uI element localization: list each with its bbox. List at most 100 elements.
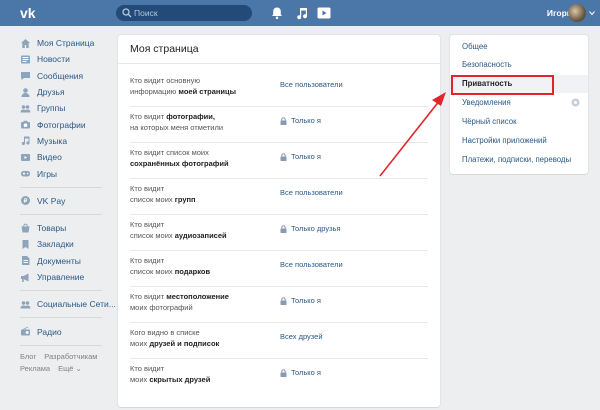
bell-icon[interactable] [270,6,284,20]
settings-row: Кто видит фотографии, на которых меня отм… [118,107,440,143]
privacy-value-link[interactable]: Только друзья [280,224,341,233]
page-title: Моя страница [130,43,199,55]
sidebar-item-radio[interactable]: Радио [20,323,110,339]
row-question: Кто видит моих скрытых друзей [130,364,211,384]
sidebar-item-label: Радио [37,326,62,337]
sidebar-item-video[interactable]: Видео [20,149,110,165]
sidebar-item-vkpay[interactable]: ₽ VK Pay [20,193,110,209]
sidebar-item-label: VK Pay [37,195,66,206]
settings-menu-notifications[interactable]: Уведомления [450,94,588,112]
settings-menu-app-settings[interactable]: Настройки приложений [450,132,588,150]
vk-logo-icon[interactable]: vk [20,6,42,20]
sidebar-item-news[interactable]: Новости [20,51,110,67]
settings-menu-blacklist[interactable]: Чёрный список [450,113,588,131]
sidebar-item-music[interactable]: Музыка [20,133,110,149]
settings-row: Кто видит моих скрытых друзей Только я [118,359,440,395]
sidebar-item-label: Музыка [37,135,68,146]
sidebar-item-groups[interactable]: Группы [20,100,110,116]
sidebar-item-label: Сообщения [37,70,84,81]
privacy-value-link[interactable]: Только я [280,152,321,161]
sidebar-item-label: Игры [37,168,58,179]
sidebar-item-social-networks[interactable]: Социальные Сети... [20,296,116,312]
message-icon [21,72,30,81]
divider [118,63,440,64]
group-icon [20,105,31,113]
row-question: Кого видно в списке моих друзей и подписо… [130,328,220,348]
row-question: Кто видит основную информацию моей страни… [130,76,237,96]
sidebar-item-my-page[interactable]: Моя Страница [20,35,110,51]
footer-link-blog[interactable]: Блог [20,352,36,361]
sidebar-item-photos[interactable]: Фотографии [20,116,110,132]
music-icon [21,136,30,146]
settings-menu: Общее Безопасность Приватность Уведомлен… [450,35,588,174]
top-header: vk Игорь [0,0,600,26]
sidebar-item-label: Новости [37,54,70,65]
privacy-value-link[interactable]: Все пользователи [280,260,343,269]
camera-icon [21,120,30,129]
row-question: Кто видит список моих аудиозаписей [130,220,227,240]
privacy-value-link[interactable]: Все пользователи [280,188,343,197]
privacy-value-link[interactable]: Всех друзей [280,332,323,341]
sidebar-divider [20,317,102,319]
settings-row: Кто видит список моих групп Все пользоват… [118,179,440,215]
sidebar-item-label: Фотографии [37,119,86,130]
video-icon [21,153,30,161]
shopping-icon [21,223,30,233]
search-box[interactable] [116,5,252,21]
sidebar-divider [20,186,102,188]
megaphone-icon [21,273,29,282]
row-question: Кто видит фотографии, на которых меня отм… [130,112,224,132]
settings-gear-icon [571,98,580,107]
sidebar-item-friends[interactable]: Друзья [20,84,110,100]
row-question: Кто видит местоположение моих фотографий [130,292,229,312]
lock-icon [280,152,287,161]
sidebar-item-management[interactable]: Управление [20,269,110,285]
sidebar-divider [20,290,102,292]
avatar[interactable] [568,4,586,22]
sidebar-divider [20,213,102,215]
footer-link-more[interactable]: Ещё ⌄ [58,364,82,373]
sidebar-item-label: Моя Страница [37,38,95,49]
chevron-down-icon[interactable] [589,10,595,16]
privacy-value-link[interactable]: Только я [280,116,321,125]
settings-row: Кого видно в списке моих друзей и подписо… [118,323,440,359]
row-question: Кто видит список моих сохранённых фотогра… [130,148,229,168]
sidebar-item-label: Видео [37,152,62,163]
highlight-box [451,75,554,95]
sidebar-item-goods[interactable]: Товары [20,220,110,236]
settings-row: Кто видит список моих аудиозаписей Только… [118,215,440,251]
settings-row: Кто видит список моих подарков Все пользо… [118,251,440,287]
sidebar-footer: Блог Разработчикам Реклама Ещё ⌄ [20,351,110,375]
user-icon [21,87,30,97]
search-icon [122,8,132,18]
news-icon [21,55,30,64]
lock-icon [280,116,287,125]
search-input[interactable] [134,5,246,21]
sidebar-item-label: Закладки [37,239,74,250]
privacy-value-link[interactable]: Только я [280,296,321,305]
settings-menu-general[interactable]: Общее [450,38,588,56]
music-note-icon[interactable] [295,6,309,20]
sidebar-item-label: Товары [37,223,67,234]
footer-link-developers[interactable]: Разработчикам [44,352,97,361]
svg-text:₽: ₽ [24,198,28,205]
home-icon [21,38,30,48]
sidebar-item-bookmarks[interactable]: Закладки [20,236,110,252]
lock-icon [280,296,287,305]
settings-menu-security[interactable]: Безопасность [450,56,588,74]
sidebar-item-messages[interactable]: Сообщения [20,68,110,84]
sidebar-divider [20,344,102,346]
sidebar-item-documents[interactable]: Документы [20,253,110,269]
privacy-value-link[interactable]: Только я [280,368,321,377]
privacy-value-link[interactable]: Все пользователи [280,80,343,89]
settings-menu-payments[interactable]: Платежи, подписки, переводы [450,151,588,169]
privacy-settings-card: Моя страница Кто видит основную информаци… [118,35,440,407]
lock-icon [280,224,287,233]
sidebar-item-games[interactable]: Игры [20,165,110,181]
bookmark-icon [22,239,29,249]
footer-link-ads[interactable]: Реклама [20,364,50,373]
games-icon [21,171,30,177]
svg-text:vk: vk [20,6,36,20]
settings-row: Кто видит основную информацию моей страни… [118,71,440,107]
play-icon[interactable] [317,6,331,20]
